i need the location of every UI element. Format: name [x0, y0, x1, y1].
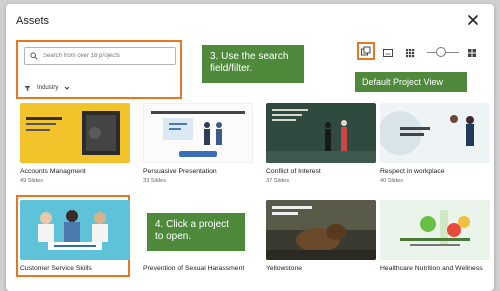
slide-count: 49 Slides [20, 178, 44, 184]
project-name: Persuasive Presentation [143, 168, 217, 175]
industry-filter[interactable]: Industry [24, 82, 70, 94]
search-icon [30, 52, 38, 60]
slide-count: 40 Slides [380, 178, 404, 184]
project-name: Accounts Managment [20, 168, 86, 175]
project-thumbnail[interactable] [266, 200, 376, 260]
project-thumbnail[interactable] [380, 103, 490, 163]
grid-icon[interactable] [404, 46, 416, 58]
project-thumbnail[interactable] [20, 103, 130, 163]
single-slide-icon[interactable] [382, 46, 394, 58]
large-grid-icon[interactable] [466, 46, 478, 58]
zoom-slider-thumb[interactable] [436, 47, 446, 57]
close-icon[interactable] [466, 13, 480, 27]
filter-label: Industry [37, 85, 59, 91]
search-filter-highlight: Industry [16, 40, 182, 99]
slide-count: 37 Slides [266, 178, 290, 184]
project-name: Conflict of Interest [266, 168, 321, 175]
chevron-down-icon [64, 86, 70, 90]
project-name: Respect in workplace [380, 168, 445, 175]
callout-default-view: Default Project View [355, 72, 467, 92]
project-thumbnail[interactable] [143, 103, 253, 163]
assets-dialog: Assets Industry 3. Use the search field/… [6, 4, 494, 291]
search-box[interactable] [24, 47, 176, 65]
project-thumbnail[interactable] [20, 200, 130, 260]
dialog-title: Assets [16, 15, 50, 27]
callout-search: 3. Use the search field/filter. [202, 45, 304, 83]
search-input[interactable] [43, 49, 173, 63]
project-thumbnail[interactable] [380, 200, 490, 260]
project-view-icon[interactable] [360, 45, 372, 57]
project-name: Customer Service Skills [20, 265, 92, 272]
callout-click: 4. Click a project to open. [147, 213, 245, 251]
filter-icon [24, 85, 31, 91]
slide-count: 33 Slides [143, 178, 167, 184]
project-name: Prevention of Sexual Harassment [143, 265, 245, 272]
project-thumbnail[interactable] [266, 103, 376, 163]
project-name: Healthcare Nutrition and Wellness [380, 265, 483, 272]
project-name: Yellowstone [266, 265, 303, 272]
